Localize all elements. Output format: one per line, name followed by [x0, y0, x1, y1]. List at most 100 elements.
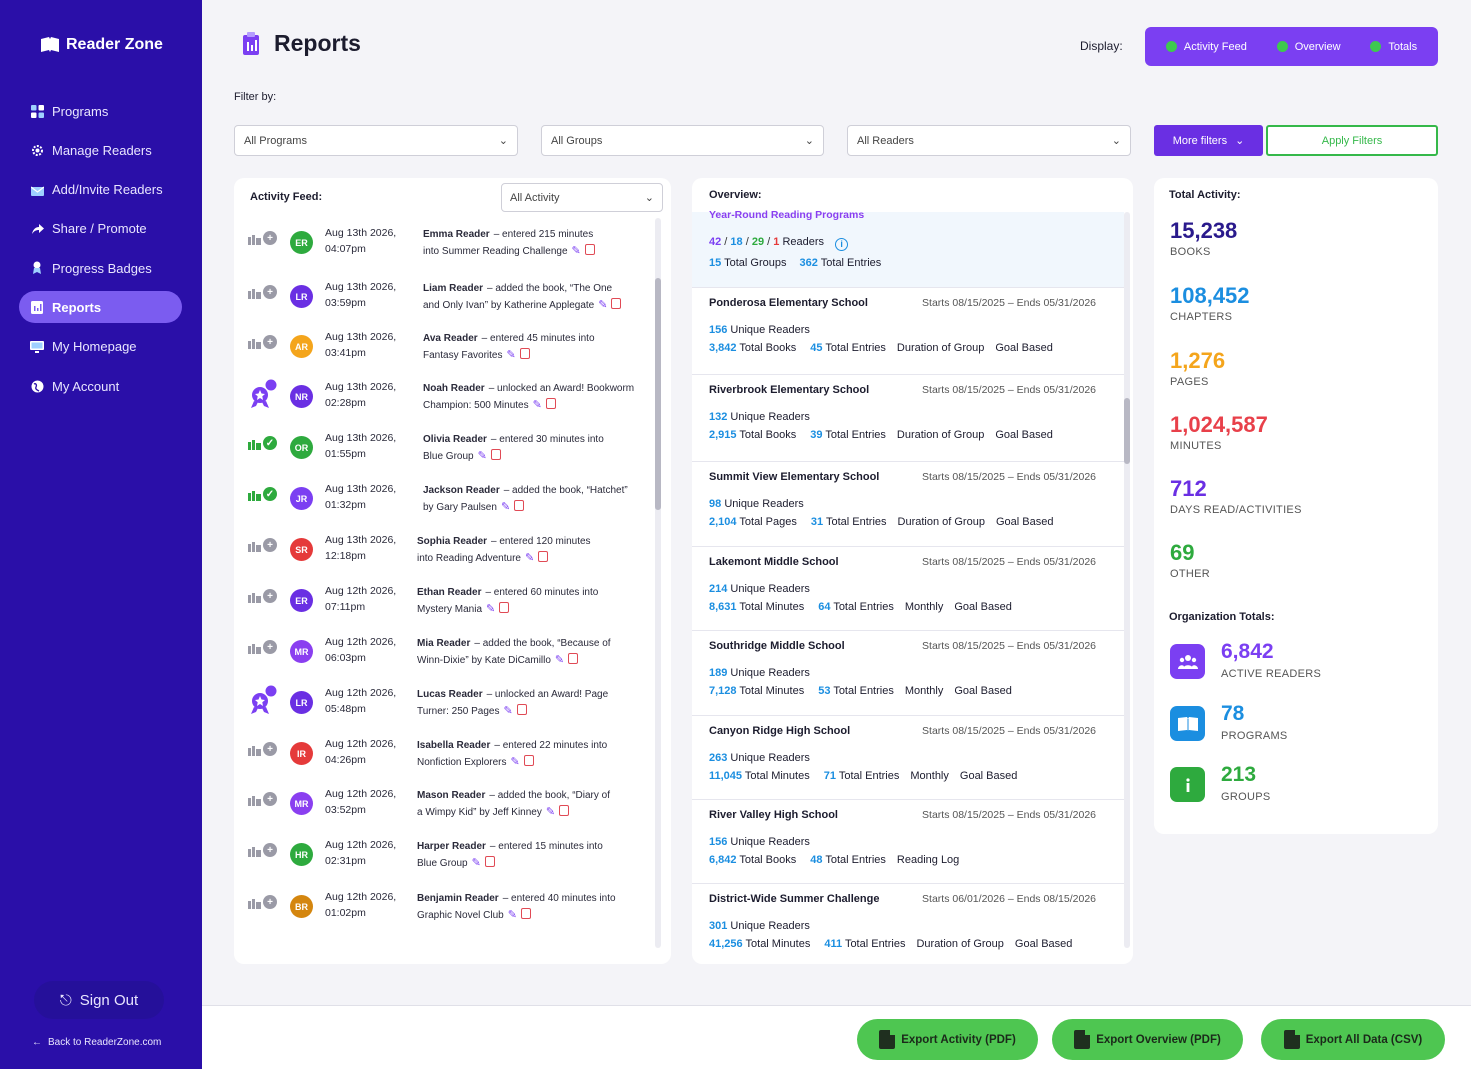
edit-pencil-icon[interactable]: ✎	[486, 603, 495, 615]
display-option-activity-feed[interactable]: Activity Feed	[1165, 41, 1247, 53]
delete-icon[interactable]	[484, 856, 495, 867]
display-option-overview[interactable]: Overview	[1276, 41, 1341, 53]
back-to-site-link[interactable]: ← Back to ReaderZone.com	[32, 1037, 161, 1048]
chevron-down-icon: ⌄	[644, 192, 654, 204]
reader-name-link[interactable]: Lucas Reader	[417, 689, 483, 700]
reader-name-link[interactable]: Mia Reader	[417, 638, 470, 649]
delete-icon[interactable]	[523, 755, 534, 766]
edit-pencil-icon[interactable]: ✎	[472, 857, 481, 869]
delete-icon[interactable]	[499, 602, 510, 613]
delete-icon[interactable]	[611, 298, 622, 309]
apply-filters-button[interactable]: Apply Filters	[1266, 125, 1438, 156]
edit-pencil-icon[interactable]: ✎	[506, 349, 515, 361]
activity-type-select[interactable]: All Activity ⌄	[501, 183, 663, 212]
sidebar-item-progress-badges[interactable]: Progress Badges	[19, 252, 182, 284]
export-all-data-button[interactable]: Export All Data (CSV)	[1261, 1019, 1445, 1060]
reader-name-link[interactable]: Ava Reader	[423, 333, 478, 344]
overview-program-row[interactable]: District-Wide Summer Challenge Starts 06/…	[692, 883, 1124, 964]
sidebar-item-manage-readers[interactable]: Manage Readers	[19, 134, 182, 166]
edit-pencil-icon[interactable]: ✎	[478, 450, 487, 462]
sign-out-button[interactable]: ⎋ Sign Out	[34, 981, 164, 1019]
books-icon	[248, 590, 262, 603]
activity-row: + HR Aug 12th 2026, 02:31pm Harper Reader – e…	[234, 835, 659, 883]
edit-pencil-icon[interactable]: ✎	[503, 705, 512, 717]
sidebar-item-add-invite-readers[interactable]: Add/Invite Readers	[19, 174, 182, 206]
delete-icon[interactable]	[545, 398, 556, 409]
display-option-totals[interactable]: Totals	[1370, 41, 1417, 53]
globe-icon	[30, 379, 44, 393]
program-goal-tag: Goal Based	[995, 429, 1053, 441]
reader-name-link[interactable]: Liam Reader	[423, 283, 483, 294]
sidebar-item-my-homepage[interactable]: My Homepage	[19, 331, 182, 363]
program-stats: 11,045 Total Minutes 71 Total Entries Mont…	[709, 770, 1017, 782]
edit-pencil-icon[interactable]: ✎	[572, 245, 581, 257]
total-value: 41,256	[709, 938, 743, 950]
edit-pencil-icon[interactable]: ✎	[525, 552, 534, 564]
activity-date: Aug 12th 2026,	[325, 636, 397, 648]
info-icon[interactable]: i	[835, 237, 849, 251]
overview-program-row[interactable]: Riverbrook Elementary School Starts 08/15…	[692, 374, 1124, 461]
edit-pencil-icon[interactable]: ✎	[508, 909, 517, 921]
reader-name-link[interactable]: Noah Reader	[423, 383, 485, 394]
reader-name-link[interactable]: Isabella Reader	[417, 740, 490, 751]
export-activity-button[interactable]: Export Activity (PDF)	[857, 1019, 1038, 1060]
delete-icon[interactable]	[514, 500, 525, 511]
reader-name-link[interactable]: Sophia Reader	[417, 536, 487, 547]
overview-program-row[interactable]: Canyon Ridge High School Starts 08/15/202…	[692, 715, 1124, 799]
edit-pencil-icon[interactable]: ✎	[510, 756, 519, 768]
export-overview-button[interactable]: Export Overview (PDF)	[1052, 1019, 1243, 1060]
edit-pencil-icon[interactable]: ✎	[546, 806, 555, 818]
reader-name-link[interactable]: Benjamin Reader	[417, 893, 499, 904]
activity-time: 04:07pm	[325, 243, 366, 255]
scrollbar-thumb[interactable]	[1124, 398, 1130, 464]
brand-logo[interactable]: Reader Zone	[40, 36, 163, 54]
readers-select[interactable]: All Readers ⌄	[847, 125, 1131, 156]
activity-row: + ER Aug 13th 2026, 04:07pm Emma Reader – ent…	[234, 223, 659, 271]
org-total-stat: 213 GROUPS	[1170, 763, 1270, 803]
overview-program-row[interactable]: River Valley High School Starts 08/15/202…	[692, 799, 1124, 883]
sidebar-item-programs[interactable]: Programs	[19, 95, 182, 127]
delete-icon[interactable]	[584, 244, 595, 255]
reader-name-link[interactable]: Mason Reader	[417, 790, 485, 801]
sidebar-item-my-account[interactable]: My Account	[19, 370, 182, 402]
activity-timestamp: Aug 12th 2026, 07:11pm	[325, 583, 415, 615]
overview-program-row[interactable]: Lakemont Middle School Starts 08/15/2025 …	[692, 546, 1124, 630]
display-option-label: Totals	[1388, 40, 1418, 53]
total-label: Total Books	[739, 429, 797, 441]
total-stat-value: 1,276	[1170, 348, 1226, 373]
more-filters-button[interactable]: More filters ⌄	[1154, 125, 1263, 156]
plus-icon: +	[263, 538, 277, 552]
activity-line: Noah Reader – unlocked an Award! Bookworm	[423, 380, 659, 397]
sidebar-item-reports[interactable]: Reports	[19, 291, 182, 324]
reader-name-link[interactable]: Jackson Reader	[423, 485, 500, 496]
delete-icon[interactable]	[490, 449, 501, 460]
edit-pencil-icon[interactable]: ✎	[533, 399, 542, 411]
avatar: JR	[290, 487, 313, 510]
delete-icon[interactable]	[519, 348, 530, 359]
delete-icon[interactable]	[568, 653, 579, 664]
overview-program-row[interactable]: Ponderosa Elementary School Starts 08/15/…	[692, 287, 1124, 374]
reader-name-link[interactable]: Olivia Reader	[423, 434, 487, 445]
delete-icon[interactable]	[520, 908, 531, 919]
overview-program-row[interactable]: Southridge Middle School Starts 08/15/202…	[692, 630, 1124, 715]
reader-name-link[interactable]: Ethan Reader	[417, 587, 481, 598]
reader-name-link[interactable]: Emma Reader	[423, 229, 490, 240]
program-stats: 41,256 Total Minutes 411 Total Entries Dur…	[709, 938, 1072, 950]
activity-text: a Wimpy Kid” by Jeff Kinney	[417, 807, 542, 818]
sidebar-item-share-promote[interactable]: Share / Promote	[19, 213, 182, 245]
delete-icon[interactable]	[538, 551, 549, 562]
groups-select[interactable]: All Groups ⌄	[541, 125, 824, 156]
edit-pencil-icon[interactable]: ✎	[598, 299, 607, 311]
scrollbar-thumb[interactable]	[655, 278, 661, 510]
activity-scrollbar[interactable]	[655, 218, 661, 948]
overview-program-row[interactable]: Summit View Elementary School Starts 08/1…	[692, 461, 1124, 546]
reader-name-link[interactable]: Harper Reader	[417, 841, 486, 852]
edit-pencil-icon[interactable]: ✎	[555, 654, 564, 666]
edit-pencil-icon[interactable]: ✎	[501, 501, 510, 513]
unique-readers-label: Unique Readers	[730, 583, 810, 595]
delete-icon[interactable]	[516, 704, 527, 715]
programs-select[interactable]: All Programs ⌄	[234, 125, 518, 156]
overview-scrollbar[interactable]	[1124, 212, 1130, 948]
program-goal-tag: Goal Based	[954, 601, 1012, 613]
delete-icon[interactable]	[559, 805, 570, 816]
